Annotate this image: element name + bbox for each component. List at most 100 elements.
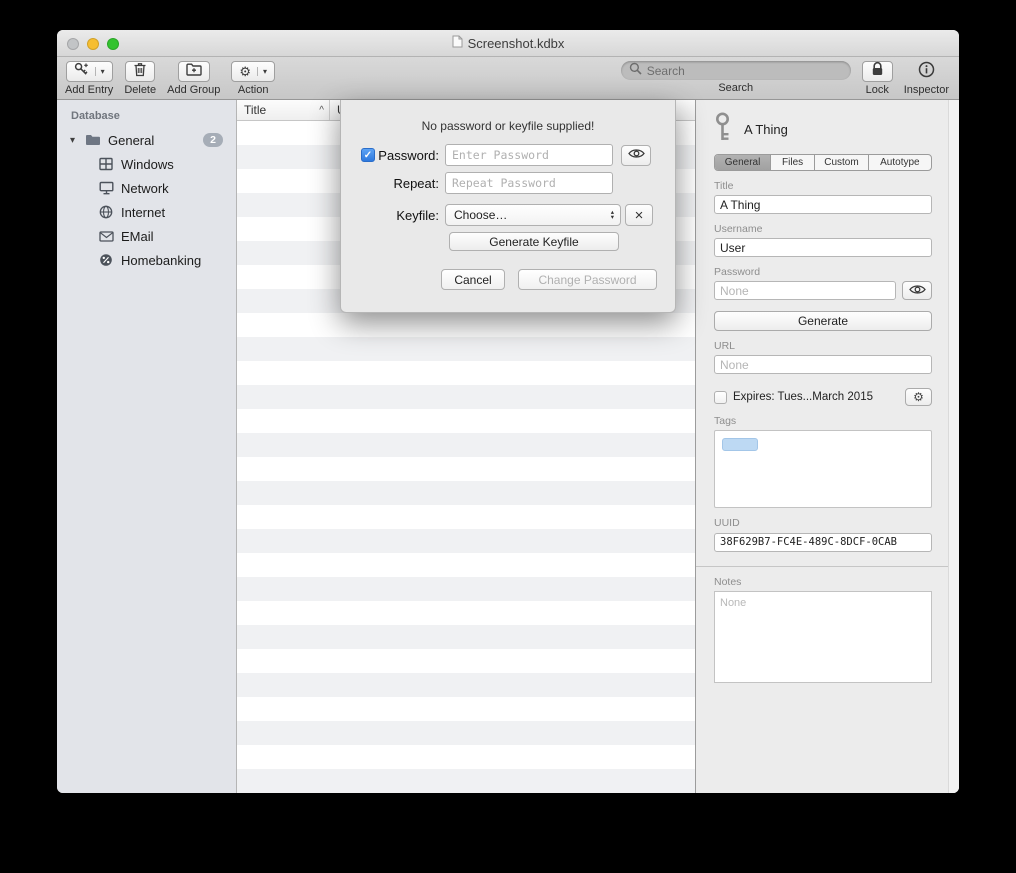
- gear-icon: ⚙: [239, 65, 251, 78]
- expires-label: Expires: Tues...March 2015: [733, 391, 899, 403]
- title-label: Title: [714, 180, 932, 192]
- tags-label: Tags: [714, 415, 932, 427]
- eye-icon: [909, 282, 926, 300]
- trash-icon: [133, 62, 147, 82]
- uuid-label: UUID: [714, 517, 932, 529]
- lock-label: Lock: [866, 84, 889, 96]
- tab-autotype[interactable]: Autotype: [869, 155, 931, 170]
- tag-chip[interactable]: [722, 438, 758, 451]
- sidebar-item-homebanking[interactable]: Homebanking: [57, 248, 236, 272]
- gear-icon: ⚙: [913, 390, 924, 404]
- envelope-icon: [98, 231, 114, 242]
- reveal-password-button[interactable]: [902, 281, 932, 300]
- tags-box[interactable]: [714, 430, 932, 508]
- divider: [696, 566, 959, 567]
- delete-label: Delete: [124, 84, 156, 96]
- window-controls: [67, 38, 119, 50]
- tab-files[interactable]: Files: [771, 155, 815, 170]
- sidebar-item-email[interactable]: EMail: [57, 224, 236, 248]
- delete-button[interactable]: [125, 61, 155, 82]
- action-dropdown-icon[interactable]: ▾: [257, 67, 267, 76]
- sidebar-header: Database: [57, 106, 236, 128]
- inspector-panel: A Thing General Files Custom Autotype Ti…: [695, 100, 959, 793]
- uuid-field[interactable]: [714, 533, 932, 552]
- check-icon: ✓: [364, 150, 372, 161]
- zoom-button[interactable]: [107, 38, 119, 50]
- change-password-button[interactable]: Change Password: [518, 269, 657, 290]
- tab-custom[interactable]: Custom: [815, 155, 869, 170]
- disclosure-triangle-icon[interactable]: ▾: [67, 135, 78, 146]
- eye-icon: [628, 146, 645, 164]
- padlock-icon: [870, 61, 885, 82]
- sort-ascending-icon: ^: [319, 105, 324, 116]
- sidebar: Database ▾ General 2 Windows Network: [57, 100, 237, 793]
- inspector-label: Inspector: [904, 84, 949, 96]
- password-field[interactable]: [714, 281, 896, 300]
- url-label: URL: [714, 340, 932, 352]
- generate-keyfile-button[interactable]: Generate Keyfile: [449, 232, 619, 251]
- title-bar[interactable]: Screenshot.kdbx: [57, 30, 959, 57]
- dialog-repeat-input[interactable]: [445, 172, 613, 194]
- column-header-title[interactable]: Title ^: [237, 100, 330, 120]
- notes-label: Notes: [714, 576, 932, 588]
- sidebar-item-label: EMail: [121, 229, 154, 244]
- generate-password-button[interactable]: Generate: [714, 311, 932, 331]
- sidebar-item-general[interactable]: ▾ General 2: [57, 128, 236, 152]
- action-button[interactable]: ⚙ ▾: [231, 61, 275, 82]
- cancel-button[interactable]: Cancel: [441, 269, 505, 290]
- sidebar-item-network[interactable]: Network: [57, 176, 236, 200]
- sidebar-item-windows[interactable]: Windows: [57, 152, 236, 176]
- app-window: Screenshot.kdbx ▾ Add Entry Delete: [57, 30, 959, 793]
- info-icon: [918, 61, 935, 83]
- sidebar-item-internet[interactable]: Internet: [57, 200, 236, 224]
- add-entry-button[interactable]: ▾: [66, 61, 113, 82]
- toolbar: ▾ Add Entry Delete Add Group ⚙ ▾: [57, 57, 959, 100]
- username-field[interactable]: [714, 238, 932, 257]
- minimize-button[interactable]: [87, 38, 99, 50]
- window-title-text: Screenshot.kdbx: [468, 36, 565, 51]
- inspector-toggle-button[interactable]: [911, 61, 942, 82]
- tab-general[interactable]: General: [715, 155, 771, 170]
- password-checkbox[interactable]: ✓: [361, 148, 375, 162]
- password-label: Password: [714, 266, 932, 278]
- window-grid-icon: [98, 157, 114, 171]
- dialog-keyfile-label: Keyfile:: [375, 208, 445, 223]
- popup-chevrons-icon: ▴▾: [611, 210, 614, 220]
- sidebar-item-label: Windows: [121, 157, 174, 172]
- inspector-tabs: General Files Custom Autotype: [714, 154, 932, 171]
- action-label: Action: [238, 84, 269, 96]
- title-field[interactable]: [714, 195, 932, 214]
- search-caption: Search: [718, 82, 753, 94]
- close-button[interactable]: [67, 38, 79, 50]
- key-plus-icon: [74, 62, 89, 82]
- keyfile-popup-button[interactable]: Choose… ▴▾: [445, 204, 621, 226]
- add-entry-label: Add Entry: [65, 84, 113, 96]
- url-field[interactable]: [714, 355, 932, 374]
- dialog-message: No password or keyfile supplied!: [341, 119, 675, 133]
- add-entry-dropdown-icon[interactable]: ▾: [95, 67, 105, 76]
- expires-checkbox[interactable]: [714, 391, 727, 404]
- search-input[interactable]: [647, 64, 843, 78]
- sidebar-item-label: Network: [121, 181, 169, 196]
- change-password-dialog: No password or keyfile supplied! ✓ Passw…: [340, 100, 676, 313]
- entry-count-badge: 2: [203, 133, 223, 147]
- dialog-password-label: Password:: [375, 148, 445, 163]
- expires-settings-button[interactable]: ⚙: [905, 388, 932, 406]
- document-icon: [452, 35, 463, 51]
- lock-button[interactable]: [862, 61, 893, 82]
- computer-icon: [98, 181, 114, 195]
- clear-keyfile-button[interactable]: ×: [625, 204, 653, 226]
- scrollbar-track[interactable]: [948, 100, 959, 793]
- window-title: Screenshot.kdbx: [452, 35, 565, 51]
- notes-field[interactable]: [714, 591, 932, 683]
- add-group-button[interactable]: [178, 61, 210, 82]
- folder-plus-icon: [186, 63, 202, 81]
- dialog-password-input[interactable]: [445, 144, 613, 166]
- sidebar-item-label: General: [108, 133, 154, 148]
- sidebar-item-label: Homebanking: [121, 253, 201, 268]
- clear-icon: ×: [635, 207, 644, 224]
- key-icon: [714, 112, 731, 147]
- dialog-reveal-password-button[interactable]: [621, 145, 651, 166]
- entry-title: A Thing: [744, 122, 788, 137]
- search-field[interactable]: [621, 61, 851, 80]
